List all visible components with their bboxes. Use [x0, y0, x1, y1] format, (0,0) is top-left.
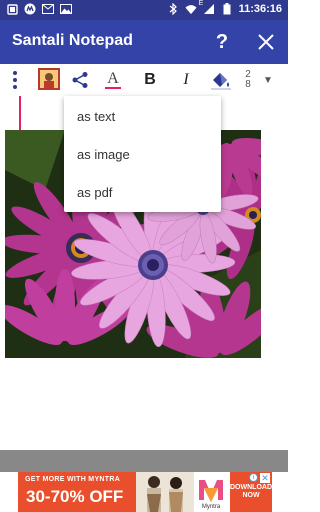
ad-brand: Myntra [202, 504, 221, 510]
menu-item-as-image[interactable]: as image [64, 135, 221, 173]
motorola-icon [24, 3, 36, 15]
ad-info-icon[interactable]: i [249, 473, 258, 482]
text-cursor [19, 96, 21, 130]
battery-icon [221, 3, 233, 15]
ad-offer-panel: GET MORE WITH MYNTRA 30-70% OFF [18, 472, 136, 512]
italic-button[interactable]: I [177, 68, 195, 92]
font-color-icon[interactable]: A [104, 68, 122, 92]
help-button[interactable]: ? [210, 28, 234, 56]
fill-color-icon[interactable] [210, 68, 232, 92]
app-screen: E 11:36:16 Santali Notepad ? A B I 2 8 ▼… [0, 0, 288, 512]
app-bar: Santali Notepad ? [0, 20, 288, 64]
notification-icon [6, 3, 18, 15]
font-color-swatch [105, 87, 121, 89]
ad-models-image [136, 472, 194, 512]
signal-icon: E [199, 0, 215, 15]
share-icon[interactable] [70, 68, 90, 92]
myntra-logo-icon: Myntra [196, 476, 226, 510]
ad-tagline: GET MORE WITH MYNTRA [25, 476, 121, 483]
ad-cta-line2: NOW [242, 492, 260, 499]
ad-cta-line1: DOWNLOAD [230, 484, 272, 491]
share-menu: as text as image as pdf [64, 96, 221, 212]
clock: 11:36:16 [238, 3, 282, 15]
bottom-bar [0, 450, 288, 472]
wifi-icon [185, 3, 197, 15]
status-bar: E 11:36:16 [0, 0, 288, 20]
bluetooth-icon [167, 3, 179, 15]
status-left-icons [6, 3, 72, 15]
ad-close-icon[interactable]: ✕ [260, 473, 270, 483]
ad-discount: 30-70% OFF [26, 487, 124, 506]
avatar-icon[interactable] [38, 68, 60, 90]
font-size-icon[interactable]: 2 8 [240, 68, 256, 92]
font-color-label: A [107, 70, 119, 87]
gallery-icon [60, 3, 72, 15]
close-button[interactable] [252, 28, 280, 56]
font-size-bottom: 8 [245, 79, 251, 90]
ad-banner[interactable]: GET MORE WITH MYNTRA 30-70% OFF Myntra D… [18, 472, 272, 512]
formatting-toolbar: A B I 2 8 ▼ [0, 64, 288, 96]
network-type-label: E [198, 0, 204, 7]
status-right-icons: E 11:36:16 [167, 0, 282, 15]
close-icon [258, 34, 274, 50]
gmail-icon [42, 3, 54, 15]
more-vert-icon[interactable] [10, 68, 20, 92]
app-title: Santali Notepad [12, 32, 133, 49]
menu-item-as-pdf[interactable]: as pdf [64, 173, 221, 211]
bold-button[interactable]: B [141, 68, 159, 92]
menu-item-as-text[interactable]: as text [64, 97, 221, 135]
dropdown-caret-icon[interactable]: ▼ [262, 68, 274, 92]
